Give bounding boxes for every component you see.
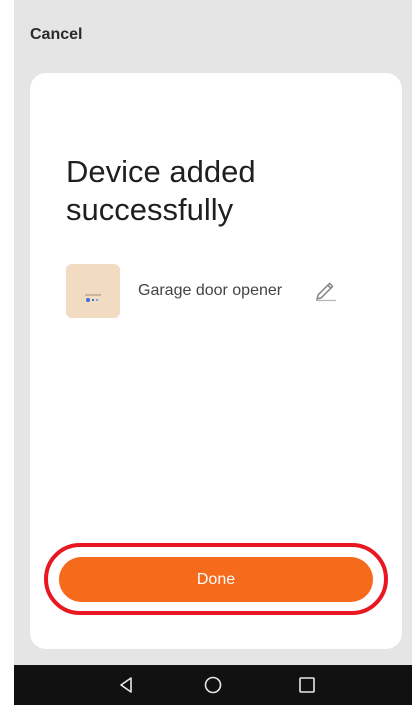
- system-nav-bar: [14, 665, 412, 705]
- done-button[interactable]: Done: [59, 557, 373, 602]
- cancel-button[interactable]: Cancel: [30, 26, 82, 44]
- home-circle-icon[interactable]: [203, 675, 223, 695]
- device-name: Garage door opener: [138, 282, 283, 299]
- recents-square-icon[interactable]: [297, 675, 317, 695]
- device-thumbnail-icon: [66, 264, 120, 318]
- pencil-icon[interactable]: [314, 278, 338, 302]
- page-title: Device added successfully: [66, 154, 256, 227]
- app-screen: Cancel Device added successfully Garage …: [14, 0, 412, 705]
- back-triangle-icon[interactable]: [116, 675, 136, 695]
- success-card: Device added successfully Garage door op…: [30, 73, 402, 649]
- device-logo-icon: [85, 294, 101, 302]
- top-bar: Cancel: [14, 0, 412, 70]
- device-row: Garage door opener: [66, 264, 366, 318]
